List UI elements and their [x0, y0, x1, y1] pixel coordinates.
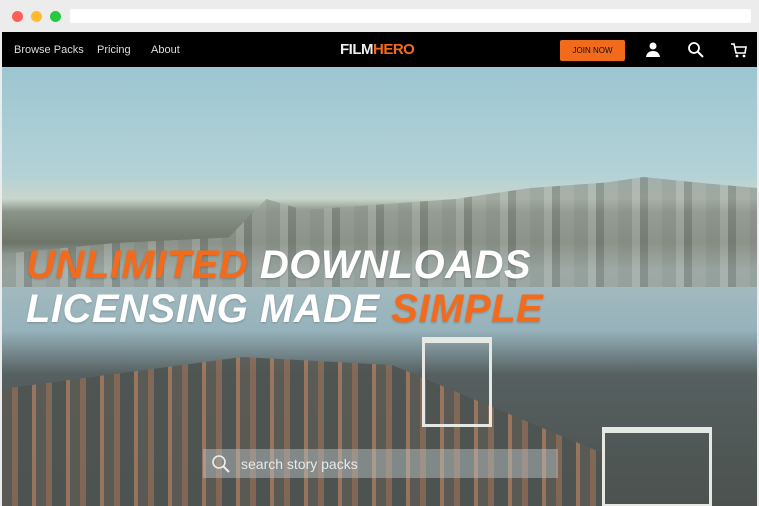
maximize-window-button[interactable]	[50, 11, 61, 22]
cart-icon[interactable]	[729, 40, 749, 60]
minimize-window-button[interactable]	[31, 11, 42, 22]
hero-headline: UNLIMITED DOWNLOADS LICENSING MADE SIMPL…	[26, 243, 543, 331]
logo-part2: HERO	[373, 41, 415, 58]
headline-highlight: UNLIMITED	[26, 243, 249, 287]
address-bar[interactable]	[70, 9, 751, 23]
nav-about[interactable]: About	[151, 44, 180, 56]
nav-pricing[interactable]: Pricing	[97, 44, 131, 56]
join-now-button[interactable]: JOIN NOW	[560, 40, 625, 61]
crane-image	[422, 337, 492, 427]
story-pack-search-bar[interactable]	[203, 449, 558, 478]
port-image	[2, 357, 602, 506]
headline-text: LICENSING MADE	[26, 287, 392, 331]
nav-browse-packs[interactable]: Browse Packs	[14, 44, 84, 56]
headline-line-1: UNLIMITED DOWNLOADS	[26, 243, 543, 287]
headline-highlight: SIMPLE	[391, 287, 544, 331]
logo-part1: FILM	[340, 41, 374, 58]
user-icon[interactable]	[643, 40, 663, 60]
browser-chrome	[0, 0, 759, 32]
top-nav: Browse Packs Pricing About FILMHERO JOIN…	[2, 32, 757, 67]
close-window-button[interactable]	[12, 11, 23, 22]
search-icon[interactable]	[686, 40, 706, 60]
search-input[interactable]	[241, 455, 541, 472]
search-icon	[212, 454, 230, 473]
hero-banner: UNLIMITED DOWNLOADS LICENSING MADE SIMPL…	[2, 67, 757, 506]
headline-line-2: LICENSING MADE SIMPLE	[26, 287, 543, 331]
crane-image	[602, 427, 712, 506]
headline-text: DOWNLOADS	[248, 243, 532, 287]
filmhero-logo[interactable]: FILMHERO	[340, 41, 415, 58]
